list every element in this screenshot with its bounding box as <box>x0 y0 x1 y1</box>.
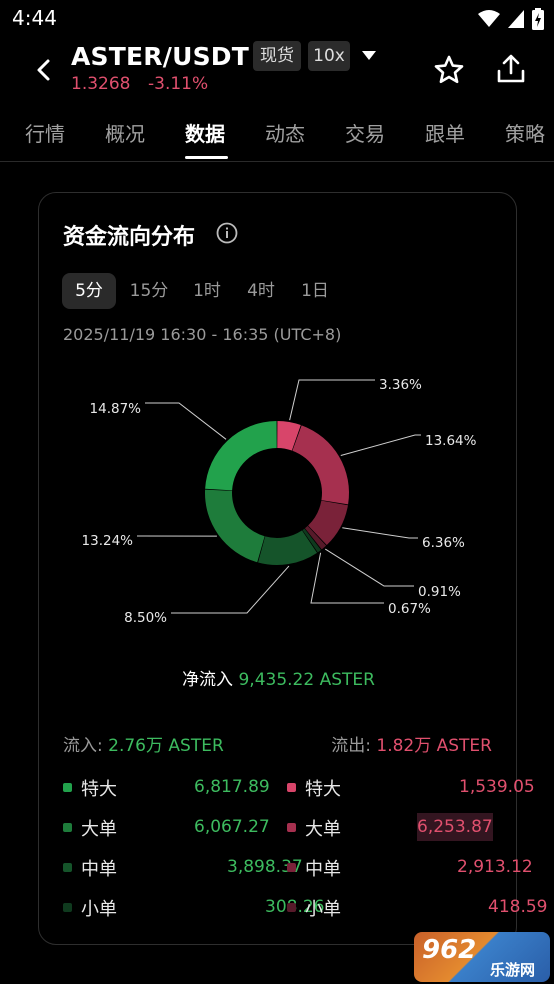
period-1h[interactable]: 1时 <box>182 273 232 309</box>
header: ASTER/USDT 现货 10x 1.3268 -3.11% <box>0 38 554 102</box>
outflow-label: 流出: <box>331 736 371 756</box>
wifi-icon <box>478 10 500 27</box>
site-watermark-logo: 962 乐游网 <box>414 932 550 982</box>
last-price: 1.3268 <box>71 74 131 94</box>
tab-news[interactable]: 动态 <box>265 118 305 147</box>
signal-icon <box>508 10 524 28</box>
period-1d[interactable]: 1日 <box>290 273 340 309</box>
inflow-l-value: 6,067.27 <box>194 817 270 837</box>
outflow-l-label: 大单 <box>305 819 341 840</box>
legend-dot <box>287 903 296 912</box>
outflow-s-value: 418.59 <box>488 897 548 917</box>
net-inflow-value: 9,435.22 ASTER <box>238 670 375 690</box>
star-icon[interactable] <box>433 54 465 86</box>
tab-bar: 行情 概况 数据 动态 交易 跟单 策略 <box>0 114 554 162</box>
leader-line <box>342 527 418 539</box>
inflow-m-label: 中单 <box>81 859 117 880</box>
card-title: 资金流向分布 <box>63 225 196 250</box>
leader-line <box>340 434 421 456</box>
time-range: 2025/11/19 16:30 - 16:35 (UTC+8) <box>63 325 342 344</box>
watermark-text: 乐游网 <box>490 961 536 979</box>
slice-label: 6.36% <box>422 535 465 551</box>
outflow-value: 1.82万 ASTER <box>376 736 492 756</box>
net-inflow-label: 净流入 <box>182 670 234 690</box>
period-15m[interactable]: 15分 <box>122 273 176 309</box>
inflow-s-label: 小单 <box>81 899 117 920</box>
leader-line <box>310 552 384 604</box>
clock: 4:44 <box>12 6 57 30</box>
active-tab-indicator <box>185 156 228 159</box>
legend-dot <box>63 823 72 832</box>
donut-slice <box>292 425 349 505</box>
back-arrow-icon[interactable] <box>30 56 58 84</box>
slice-label: 0.67% <box>388 601 431 617</box>
slice-label: 3.36% <box>379 377 422 393</box>
inflow-label: 流入: <box>63 736 103 756</box>
chevron-down-icon[interactable] <box>362 51 376 60</box>
tab-data[interactable]: 数据 <box>185 118 225 147</box>
legend-dot <box>63 863 72 872</box>
donut-slice <box>205 489 265 563</box>
pair-title[interactable]: ASTER/USDT <box>71 42 249 71</box>
inflow-summary: 流入: 2.76万 ASTER <box>63 731 224 756</box>
outflow-xl-label: 特大 <box>305 779 341 800</box>
list-item: 小单 308.26 小单 418.59 <box>39 891 548 923</box>
fund-flow-donut-chart: 3.36% 13.64% 6.36% 0.91%0.67% 8.50% 13.24% 14.… <box>82 377 477 626</box>
leader-line <box>145 402 227 440</box>
tab-copy-trading[interactable]: 跟单 <box>425 118 465 147</box>
list-item: 大单 6,067.27 大单 6,253.87 <box>39 811 518 843</box>
outflow-m-value: 2,913.12 <box>457 857 533 877</box>
inflow-l-label: 大单 <box>81 819 117 840</box>
slice-label: 13.64% <box>425 433 477 449</box>
period-5m[interactable]: 5分 <box>62 273 116 309</box>
period-4h[interactable]: 4时 <box>236 273 286 309</box>
outflow-xl-value: 1,539.05 <box>459 777 535 797</box>
tab-strategy[interactable]: 策略 <box>505 118 545 147</box>
outflow-m-label: 中单 <box>305 859 341 880</box>
system-icons <box>478 8 544 30</box>
price-change: -3.11% <box>148 74 209 94</box>
list-item: 特大 6,817.89 特大 1,539.05 <box>39 771 535 803</box>
slice-label: 0.91% <box>418 584 461 600</box>
spot-tag: 现货 <box>253 41 301 71</box>
net-inflow: 净流入 9,435.22 ASTER <box>39 665 518 690</box>
inflow-m-value: 3,898.37 <box>227 857 303 877</box>
outflow-summary: 流出: 1.82万 ASTER <box>331 731 492 756</box>
slice-label: 13.24% <box>82 533 134 549</box>
share-icon[interactable] <box>495 53 527 85</box>
legend-dot <box>287 823 296 832</box>
slice-label: 8.50% <box>124 610 167 626</box>
leader-line <box>324 548 414 587</box>
tab-market[interactable]: 行情 <box>25 118 65 147</box>
inflow-value: 2.76万 ASTER <box>108 736 224 756</box>
fund-flow-card: 资金流向分布 5分 15分 1时 4时 1日 2025/11/19 16:30 … <box>38 192 548 945</box>
inflow-xl-value: 6,817.89 <box>194 777 270 797</box>
legend-dot <box>287 863 296 872</box>
legend-dot <box>63 783 72 792</box>
leader-line <box>289 379 375 421</box>
watermark-number: 962 <box>422 935 477 965</box>
inflow-xl-label: 特大 <box>81 779 117 800</box>
tab-overview[interactable]: 概况 <box>105 118 145 147</box>
legend-dot <box>63 903 72 912</box>
leader-line <box>171 565 290 614</box>
tab-trade[interactable]: 交易 <box>345 118 385 147</box>
status-bar: 4:44 <box>0 0 554 38</box>
slice-label: 14.87% <box>90 401 142 417</box>
legend-dot <box>287 783 296 792</box>
inflow-s-value: 308.26 <box>265 893 324 921</box>
list-item: 中单 3,898.37 中单 2,913.12 <box>39 851 533 883</box>
info-icon[interactable] <box>216 222 238 244</box>
leverage-tag: 10x <box>308 41 350 71</box>
outflow-s-label: 小单 <box>305 899 341 920</box>
outflow-l-value: 6,253.87 <box>417 813 493 841</box>
battery-icon <box>532 8 544 30</box>
